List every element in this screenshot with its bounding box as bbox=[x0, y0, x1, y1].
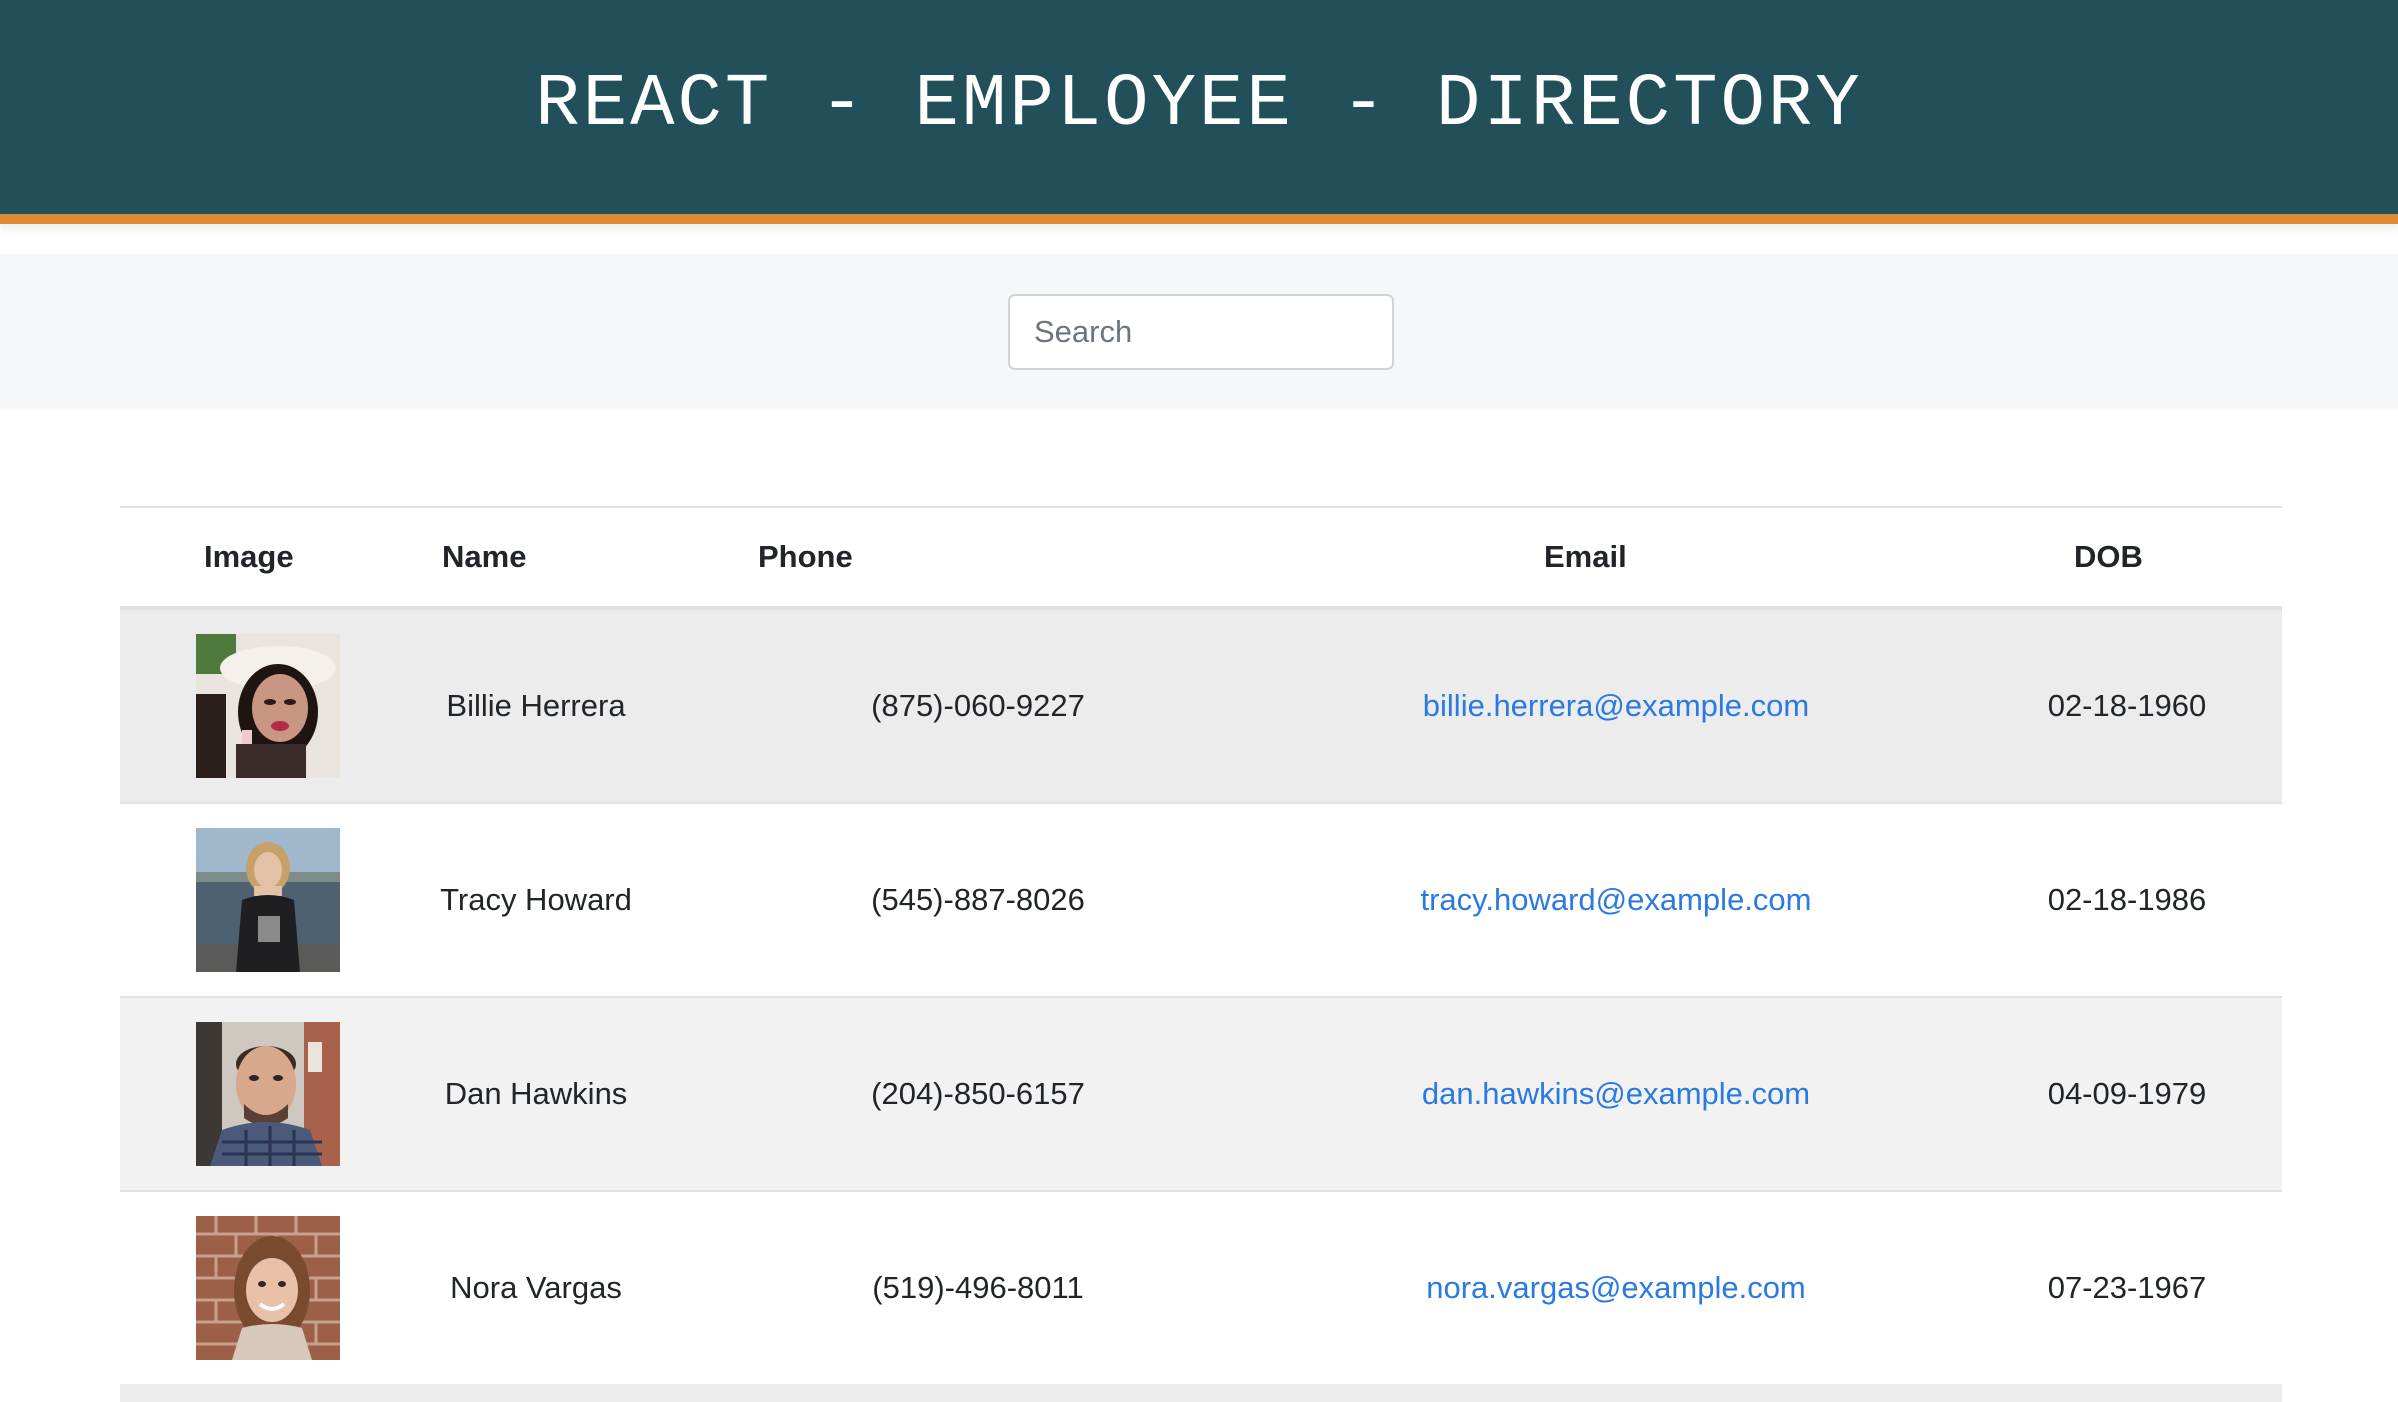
table-row: Nora Vargas (519)-496-8011 nora.vargas@e… bbox=[120, 1191, 2282, 1386]
app-header: REACT - EMPLOYEE - DIRECTORY bbox=[0, 0, 2398, 224]
table-row-partial bbox=[120, 1384, 2282, 1402]
table-row: Tracy Howard (545)-887-8026 tracy.howard… bbox=[120, 803, 2282, 998]
employee-phone: (519)-496-8011 bbox=[696, 1191, 1260, 1386]
employee-photo bbox=[196, 828, 340, 972]
employee-email-link[interactable]: nora.vargas@example.com bbox=[1426, 1270, 1806, 1305]
column-header-dob[interactable]: DOB bbox=[1972, 506, 2282, 610]
column-header-image[interactable]: Image bbox=[120, 506, 376, 610]
employee-photo bbox=[196, 634, 340, 778]
search-bar bbox=[0, 254, 2398, 409]
employee-name: Nora Vargas bbox=[376, 1191, 696, 1386]
page-title: REACT - EMPLOYEE - DIRECTORY bbox=[535, 63, 1863, 147]
employee-name: Billie Herrera bbox=[376, 608, 696, 804]
employee-phone: (875)-060-9227 bbox=[696, 608, 1260, 804]
employee-name: Dan Hawkins bbox=[376, 997, 696, 1192]
column-header-phone[interactable]: Phone bbox=[696, 506, 1260, 610]
employee-dob: 02-18-1986 bbox=[1972, 803, 2282, 998]
employee-dob: 02-18-1960 bbox=[1972, 608, 2282, 804]
employee-phone: (204)-850-6157 bbox=[696, 997, 1260, 1192]
table-row: Dan Hawkins (204)-850-6157 dan.hawkins@e… bbox=[120, 997, 2282, 1192]
column-header-email[interactable]: Email bbox=[1260, 506, 1972, 610]
table-row: Billie Herrera (875)-060-9227 billie.her… bbox=[120, 608, 2282, 804]
employee-email-link[interactable]: tracy.howard@example.com bbox=[1421, 882, 1812, 917]
employee-email-link[interactable]: dan.hawkins@example.com bbox=[1422, 1076, 1810, 1111]
employee-email-link[interactable]: billie.herrera@example.com bbox=[1423, 688, 1809, 723]
employee-dob: 04-09-1979 bbox=[1972, 997, 2282, 1192]
employee-dob: 07-23-1967 bbox=[1972, 1191, 2282, 1386]
employee-table: Image Name Phone Email DOB Billie Herrer… bbox=[120, 506, 2282, 1386]
search-input[interactable] bbox=[1008, 294, 1394, 370]
table-header: Image Name Phone Email DOB bbox=[120, 506, 2282, 610]
employee-phone: (545)-887-8026 bbox=[696, 803, 1260, 998]
column-header-name[interactable]: Name bbox=[376, 506, 696, 610]
employee-table-container: Image Name Phone Email DOB Billie Herrer… bbox=[120, 506, 2282, 1386]
employee-photo bbox=[196, 1216, 340, 1360]
employee-name: Tracy Howard bbox=[376, 803, 696, 998]
employee-photo bbox=[196, 1022, 340, 1166]
